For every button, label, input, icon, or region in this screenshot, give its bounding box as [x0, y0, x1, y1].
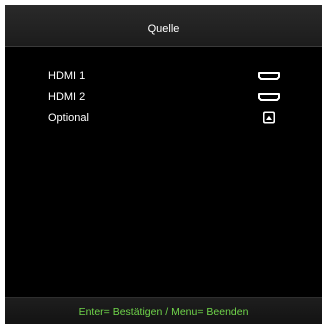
key-hint: Enter= Bestätigen / Menu= Beenden — [78, 306, 249, 318]
menu-header: Quelle — [5, 5, 322, 47]
osd-menu-frame: Quelle HDMI 1 HDMI 2 Optional Enter= Bes… — [5, 5, 322, 324]
hdmi-port-icon — [257, 69, 281, 83]
source-item-label: HDMI 1 — [48, 70, 86, 82]
optional-source-icon — [257, 111, 281, 125]
hdmi-port-icon — [257, 90, 281, 104]
source-list: HDMI 1 HDMI 2 Optional — [5, 67, 322, 130]
source-item-optional[interactable]: Optional — [5, 109, 322, 130]
menu-title: Quelle — [147, 23, 180, 35]
source-item-hdmi-1[interactable]: HDMI 1 — [5, 67, 322, 88]
source-item-hdmi-2[interactable]: HDMI 2 — [5, 88, 322, 109]
source-item-label: Optional — [48, 112, 89, 124]
source-item-label: HDMI 2 — [48, 91, 86, 103]
menu-footer: Enter= Bestätigen / Menu= Beenden — [5, 297, 322, 324]
